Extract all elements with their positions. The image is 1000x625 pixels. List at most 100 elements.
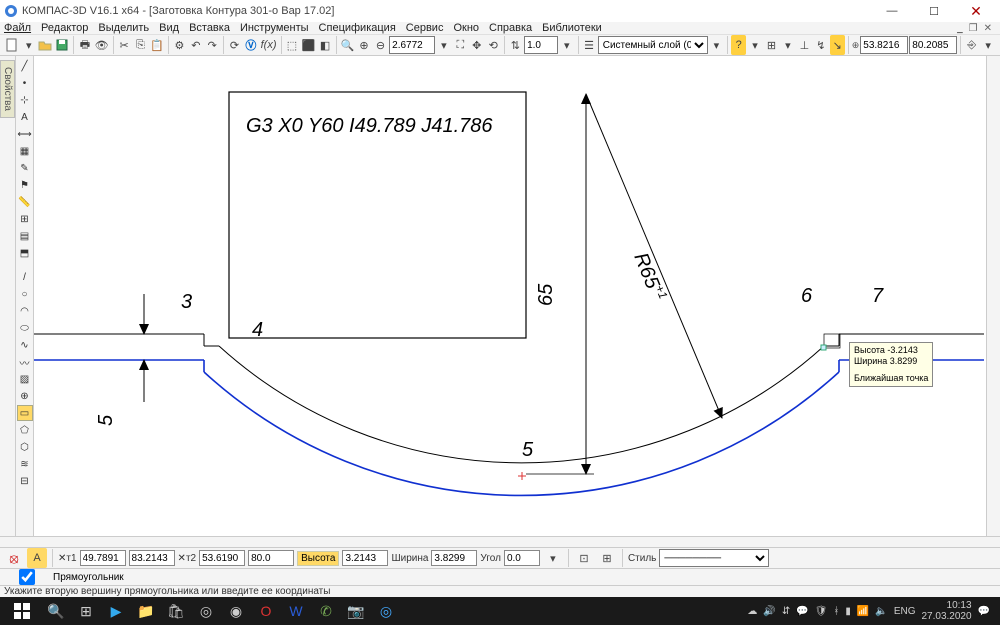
store-icon[interactable]: 🛍	[162, 597, 190, 625]
auto-button[interactable]: A	[27, 548, 47, 568]
curve-tool[interactable]: 〰	[17, 354, 33, 370]
insert-tool[interactable]: ⬒	[17, 245, 33, 261]
tray-net-icon[interactable]: ⇵	[782, 606, 790, 617]
snap2-button[interactable]: ↯	[813, 35, 828, 55]
vars-button[interactable]: Ⓥ	[243, 35, 258, 55]
height-input[interactable]	[342, 550, 388, 566]
menu-libs[interactable]: Библиотеки	[542, 22, 602, 34]
refresh-button[interactable]: ⟳	[227, 35, 242, 55]
tray-cloud-icon[interactable]: ☁	[747, 606, 757, 617]
zoom-window-button[interactable]: 🔍	[340, 35, 356, 55]
axis2-tool[interactable]: ⊕	[17, 388, 33, 404]
tray-av-icon[interactable]: 🛡	[815, 606, 828, 617]
fx-button[interactable]: f(x)	[260, 35, 278, 55]
minimize-button[interactable]: —	[878, 0, 906, 22]
layer-combo[interactable]: Системный слой (0)	[598, 36, 708, 54]
tray-batt-icon[interactable]: ▮	[845, 606, 851, 617]
close-button[interactable]: ✕	[962, 0, 990, 22]
menu-view[interactable]: Вид	[159, 22, 179, 34]
menu-insert[interactable]: Вставка	[189, 22, 230, 34]
undo-button[interactable]: ↶	[188, 35, 203, 55]
menu-tools[interactable]: Инструменты	[240, 22, 309, 34]
drawing-canvas[interactable]: G3 X0 Y60 I49.789 J41.786 65 R65+1 5 3 4…	[34, 56, 986, 536]
tool-a-button[interactable]: ⬚	[284, 35, 299, 55]
zoom-out-button[interactable]: ⊖	[373, 35, 388, 55]
seg-tool[interactable]: /	[17, 269, 33, 285]
axis-tool[interactable]: ⊹	[17, 92, 33, 108]
menu-select[interactable]: Выделить	[98, 22, 149, 34]
horizontal-scrollbar[interactable]	[0, 536, 1000, 547]
t2-y-input[interactable]	[248, 550, 294, 566]
menu-help[interactable]: Справка	[489, 22, 532, 34]
tray-vol-icon[interactable]: 🔈	[875, 606, 887, 617]
redo-button[interactable]: ↷	[205, 35, 220, 55]
camera-icon[interactable]: 📷	[342, 597, 370, 625]
style-combo[interactable]: ────────	[659, 549, 769, 567]
width-input[interactable]	[431, 550, 477, 566]
pan-button[interactable]: ✥	[469, 35, 484, 55]
tray-chat-icon[interactable]: 💬	[796, 606, 808, 617]
tray-bt-icon[interactable]: ᚼ	[833, 606, 839, 617]
help-button[interactable]: ?	[731, 35, 746, 55]
nocenter-button[interactable]: ⊡	[574, 548, 594, 568]
edit-tool[interactable]: ✎	[17, 160, 33, 176]
point-tool[interactable]: •	[17, 75, 33, 91]
doc-restore-icon[interactable]: ❐	[969, 23, 978, 34]
doc-close-icon[interactable]: ✕	[984, 23, 992, 34]
polygon-tool[interactable]: ⬠	[17, 422, 33, 438]
end-button[interactable]: ⎆	[964, 35, 979, 55]
print-button[interactable]: 🖶	[77, 35, 92, 55]
preview-button[interactable]: 👁	[94, 35, 110, 55]
new-dropdown[interactable]: ▾	[21, 35, 36, 55]
t2-x-input[interactable]	[199, 550, 245, 566]
coords-button[interactable]: ↘	[830, 35, 845, 55]
kompas-task-icon[interactable]: ◎	[372, 597, 400, 625]
end-dropdown[interactable]: ▾	[980, 35, 995, 55]
search-button[interactable]: 🔍	[42, 597, 70, 625]
menu-editor[interactable]: Редактор	[41, 22, 88, 34]
taskview-button[interactable]: ⊞	[72, 597, 100, 625]
maximize-button[interactable]: ☐	[920, 0, 948, 22]
tray-wifi-icon[interactable]: 📶	[857, 606, 869, 617]
angle-dropdown[interactable]: ▾	[543, 548, 563, 568]
collect-tool[interactable]: ⊟	[17, 473, 33, 489]
layer-dropdown[interactable]: ▾	[709, 35, 724, 55]
open-button[interactable]	[37, 35, 53, 55]
viber-icon[interactable]: ✆	[312, 597, 340, 625]
new-button[interactable]	[4, 35, 20, 55]
rectangle-tool[interactable]: ▭	[17, 405, 33, 421]
center-button[interactable]: ⊞	[597, 548, 617, 568]
t1-x-input[interactable]	[80, 550, 126, 566]
dim-tool[interactable]: ⟷	[17, 126, 33, 142]
scale-input[interactable]	[524, 36, 558, 54]
equid-tool[interactable]: ≋	[17, 456, 33, 472]
doc-minimize-icon[interactable]: _	[957, 23, 963, 34]
edge-icon[interactable]: ▶	[102, 597, 130, 625]
stop-button[interactable]: ⦻	[4, 548, 24, 568]
angle-input[interactable]	[504, 550, 540, 566]
tray-clock[interactable]: 10:13 27.03.2020	[921, 600, 971, 622]
paste-button[interactable]: 📋	[149, 35, 165, 55]
menu-file[interactable]: Файл	[4, 22, 31, 34]
tool-c-button[interactable]: ◧	[317, 35, 332, 55]
opera-icon[interactable]: O	[252, 597, 280, 625]
coord-x-input[interactable]	[860, 36, 908, 54]
properties-tab[interactable]: Свойства	[0, 60, 15, 118]
zoom-input[interactable]	[389, 36, 435, 54]
save-button[interactable]	[54, 35, 70, 55]
help-dropdown[interactable]: ▾	[747, 35, 762, 55]
zoom-in-button[interactable]: ⊕	[356, 35, 371, 55]
spec-tool[interactable]: ⊞	[17, 211, 33, 227]
circle-tool[interactable]: ○	[17, 286, 33, 302]
param-tool[interactable]: ⚑	[17, 177, 33, 193]
measure-tool[interactable]: 📏	[17, 194, 33, 210]
tool-b-button[interactable]: ⬛	[301, 35, 317, 55]
layer-button[interactable]: ☰	[581, 35, 596, 55]
copy-button[interactable]: ⎘	[133, 35, 148, 55]
menu-service[interactable]: Сервис	[406, 22, 444, 34]
app1-icon[interactable]: ◎	[192, 597, 220, 625]
ellipse-tool[interactable]: ⬭	[17, 320, 33, 336]
hatch2-tool[interactable]: ▨	[17, 371, 33, 387]
menu-window[interactable]: Окно	[453, 22, 479, 34]
chrome-icon[interactable]: ◉	[222, 597, 250, 625]
